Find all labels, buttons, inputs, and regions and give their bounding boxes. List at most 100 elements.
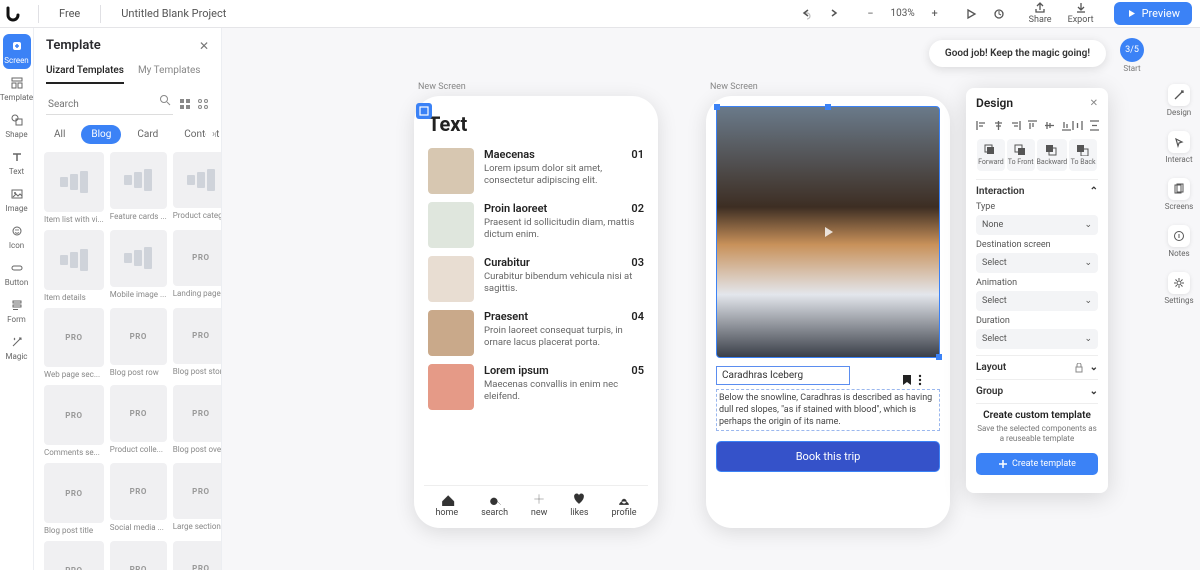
trip-title-input[interactable] (716, 366, 850, 385)
template-search-input[interactable] (46, 95, 173, 115)
template-item[interactable]: PROWeb page sec... (44, 308, 104, 380)
align-center-v-icon[interactable] (1044, 120, 1055, 131)
tabbar-search[interactable]: search (481, 492, 508, 518)
tabbar-profile[interactable]: profile (611, 492, 636, 518)
rrail-design[interactable]: Design (1167, 84, 1191, 117)
zoom-in-button[interactable]: + (923, 2, 947, 26)
template-item[interactable]: PROComments se... (44, 385, 104, 457)
list-item[interactable]: Lorem ipsum05Maecenas convallis in enim … (424, 360, 648, 414)
align-left-icon[interactable] (976, 120, 987, 131)
template-item[interactable]: PROBlog post ove... (173, 385, 221, 457)
template-item[interactable]: PROBlog post row (110, 308, 167, 380)
duration-select[interactable]: Select⌄ (976, 329, 1098, 349)
export-button[interactable]: Export (1062, 2, 1100, 25)
tab-my-templates[interactable]: My Templates (138, 59, 201, 84)
list-view-icon[interactable] (197, 98, 209, 110)
distribute-v-icon[interactable] (1089, 120, 1100, 131)
category-card[interactable]: Card (127, 125, 168, 144)
list-item[interactable]: Praesent04Proin laoreet consequat turpis… (424, 306, 648, 360)
share-button[interactable]: Share (1023, 2, 1058, 25)
rail-magic[interactable]: Magic (3, 330, 31, 365)
destination-select[interactable]: Select⌄ (976, 253, 1098, 273)
handoff-button[interactable] (987, 2, 1011, 26)
rail-image[interactable]: Image (3, 182, 31, 217)
align-bottom-icon[interactable] (1061, 120, 1072, 131)
device-frame-2[interactable]: Below the snowline, Caradhras is describ… (706, 96, 950, 528)
template-item[interactable]: Feature cards ... (110, 152, 167, 224)
rail-text[interactable]: Text (3, 145, 31, 180)
rrail-screens[interactable]: Screens (1165, 178, 1194, 211)
rrail-interact[interactable]: Interact (1165, 131, 1192, 164)
design-panel-close[interactable]: ✕ (1090, 98, 1098, 109)
rrail-notes[interactable]: Notes (1168, 225, 1190, 258)
book-trip-button[interactable]: Book this trip (716, 441, 940, 472)
template-item[interactable]: PRO (44, 541, 104, 570)
list-item[interactable]: Maecenas01Lorem ipsum dolor sit amet, co… (424, 144, 648, 198)
canvas-area[interactable]: New Screen New Screen Good job! Keep the… (222, 28, 1158, 570)
bookmark-icon[interactable] (902, 374, 912, 386)
rail-form[interactable]: Form (3, 293, 31, 328)
template-item[interactable]: PRO (110, 541, 167, 570)
order-tofront[interactable]: To Front (1007, 139, 1035, 171)
rail-template[interactable]: Template (3, 71, 31, 106)
layout-section[interactable]: Layout (976, 362, 1006, 373)
order-forward[interactable]: Forward (977, 139, 1005, 171)
template-item[interactable]: Mobile image ... (110, 230, 167, 302)
align-top-icon[interactable] (1027, 120, 1038, 131)
animation-select[interactable]: Select⌄ (976, 291, 1098, 311)
distribute-h-icon[interactable] (1072, 120, 1083, 131)
more-icon[interactable] (916, 374, 924, 386)
trip-body-text[interactable]: Below the snowline, Caradhras is describ… (716, 389, 940, 431)
tabbar-home[interactable]: home (435, 492, 458, 518)
rail-screen[interactable]: Screen (3, 34, 31, 69)
rail-icon[interactable]: Icon (3, 219, 31, 254)
lock-icon[interactable] (1074, 363, 1084, 373)
template-item[interactable]: PROProduct colle... (110, 385, 167, 457)
rail-button[interactable]: Button (3, 256, 31, 291)
zoom-out-button[interactable]: − (858, 2, 882, 26)
tab-uizard-templates[interactable]: Uizard Templates (46, 59, 124, 84)
template-item[interactable]: Item list with vi... (44, 152, 104, 224)
panel-close-button[interactable]: ✕ (199, 39, 209, 53)
order-toback[interactable]: To Back (1069, 139, 1097, 171)
create-template-button[interactable]: Create template (976, 453, 1098, 475)
tabbar-likes[interactable]: likes (570, 492, 588, 518)
template-item[interactable]: Product categ... (173, 152, 221, 224)
plan-label[interactable]: Free (49, 7, 90, 20)
template-item[interactable]: PROBlog post stor... (173, 308, 221, 380)
interaction-type-select[interactable]: None⌄ (976, 215, 1098, 235)
interaction-section[interactable]: Interaction (976, 186, 1024, 197)
project-title[interactable]: Untitled Blank Project (111, 7, 236, 20)
screen-heading[interactable]: Text (424, 106, 648, 144)
category-blog[interactable]: Blog (81, 125, 121, 144)
rrail-settings[interactable]: Settings (1164, 272, 1193, 305)
template-item[interactable]: PRO (173, 541, 221, 570)
play-overlay-icon[interactable] (820, 224, 836, 240)
template-item[interactable]: PROLarge section (173, 463, 221, 535)
align-center-h-icon[interactable] (993, 120, 1004, 131)
grid-view-icon[interactable] (179, 98, 191, 110)
template-item[interactable]: PROBlog post title (44, 463, 104, 535)
rail-shape[interactable]: Shape (3, 108, 31, 143)
device-frame-1[interactable]: Text Maecenas01Lorem ipsum dolor sit ame… (414, 96, 658, 528)
redo-button[interactable] (822, 2, 846, 26)
order-backward[interactable]: Backward (1037, 139, 1068, 171)
list-item[interactable]: Proin laoreet02Praesent id sollicitudin … (424, 198, 648, 252)
screen-label-2[interactable]: New Screen (710, 82, 758, 92)
screen-label-1[interactable]: New Screen (418, 82, 466, 92)
category-all[interactable]: All (44, 125, 75, 144)
list-item[interactable]: Curabitur03Curabitur bibendum vehicula n… (424, 252, 648, 306)
align-right-icon[interactable] (1010, 120, 1021, 131)
group-section[interactable]: Group (976, 386, 1003, 397)
app-logo[interactable] (0, 0, 28, 28)
category-scroll-right[interactable]: › (206, 129, 215, 140)
onboarding-start[interactable]: 3/5 Start (1120, 38, 1144, 73)
tabbar-new[interactable]: new (531, 492, 548, 518)
undo-button[interactable] (794, 2, 818, 26)
template-item[interactable]: PROSocial media ... (110, 463, 167, 535)
preview-button[interactable]: Preview (1114, 2, 1192, 25)
template-item[interactable]: Item details (44, 230, 104, 302)
selection-badge[interactable] (416, 103, 432, 119)
play-button[interactable] (959, 2, 983, 26)
hero-image[interactable] (716, 106, 940, 358)
